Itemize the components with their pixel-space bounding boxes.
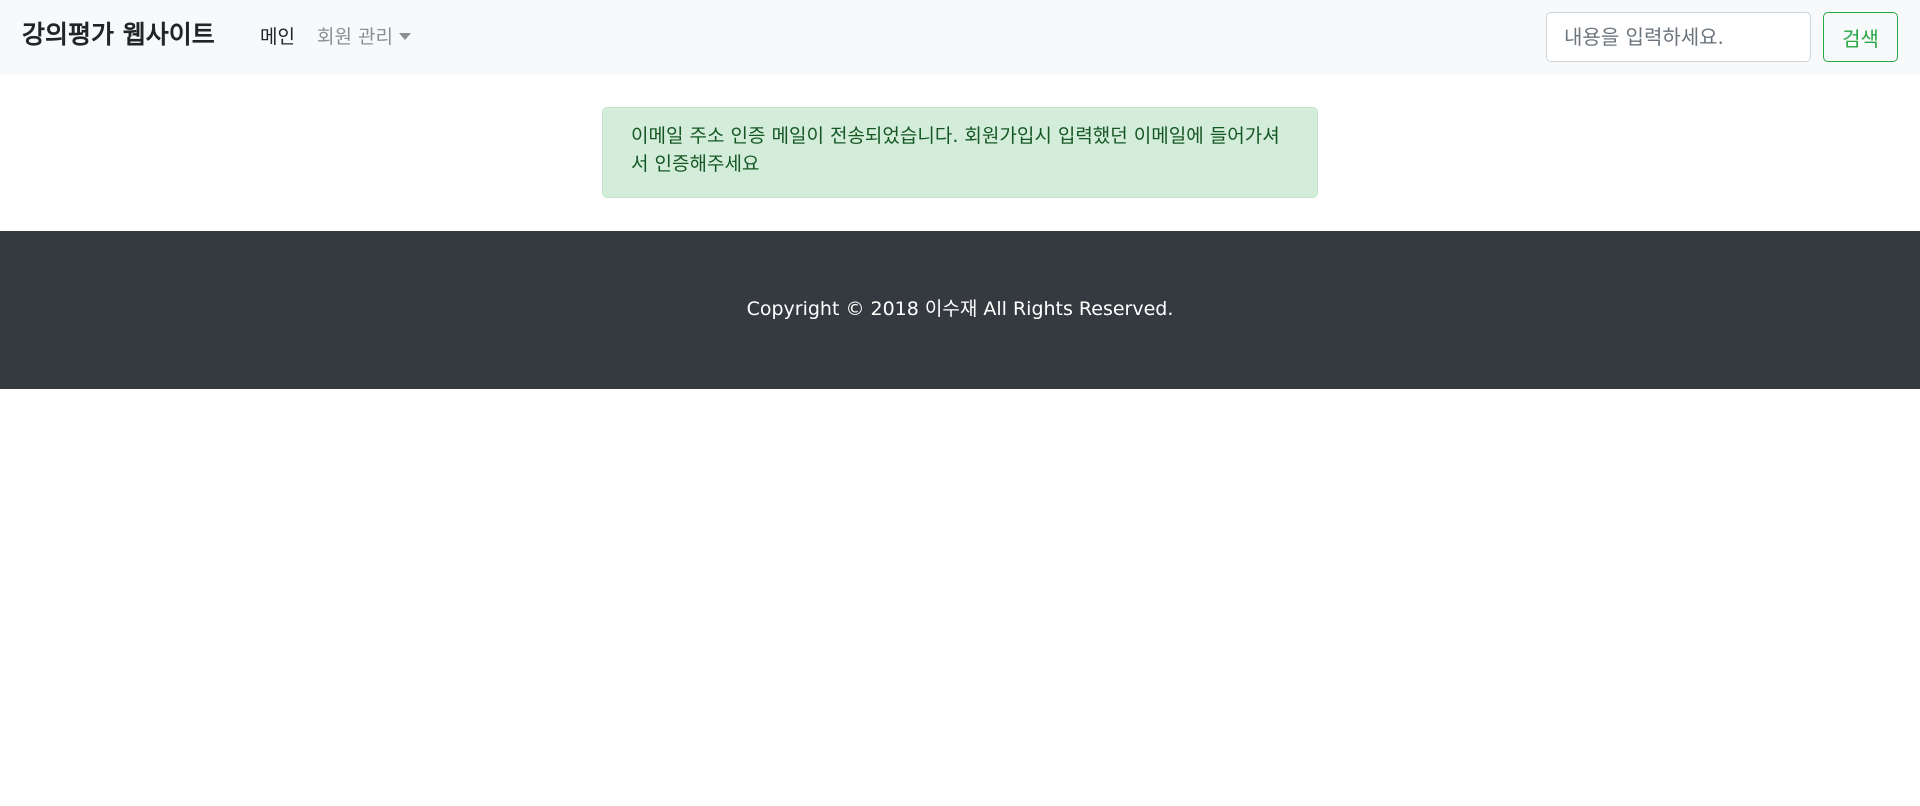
footer-copyright: Copyright © 2018 이수재 All Rights Reserved… [746, 298, 1174, 320]
caret-down-icon [398, 33, 411, 40]
nav-link-main[interactable]: 메인 [260, 24, 295, 50]
brand-link[interactable]: 강의평가 웹사이트 [22, 17, 215, 53]
footer: Copyright © 2018 이수재 All Rights Reserved… [0, 231, 1920, 389]
search-button[interactable]: 검색 [1823, 12, 1898, 62]
search-input[interactable] [1546, 12, 1811, 62]
top-navbar: 강의평가 웹사이트 메인 회원 관리 검색 [0, 0, 1920, 75]
nav-dropdown-label: 회원 관리 [317, 26, 393, 48]
nav-dropdown-member-management[interactable]: 회원 관리 [317, 24, 411, 50]
email-verification-alert: 이메일 주소 인증 메일이 전송되었습니다. 회원가입시 입력했던 이메일에 들… [602, 107, 1318, 198]
